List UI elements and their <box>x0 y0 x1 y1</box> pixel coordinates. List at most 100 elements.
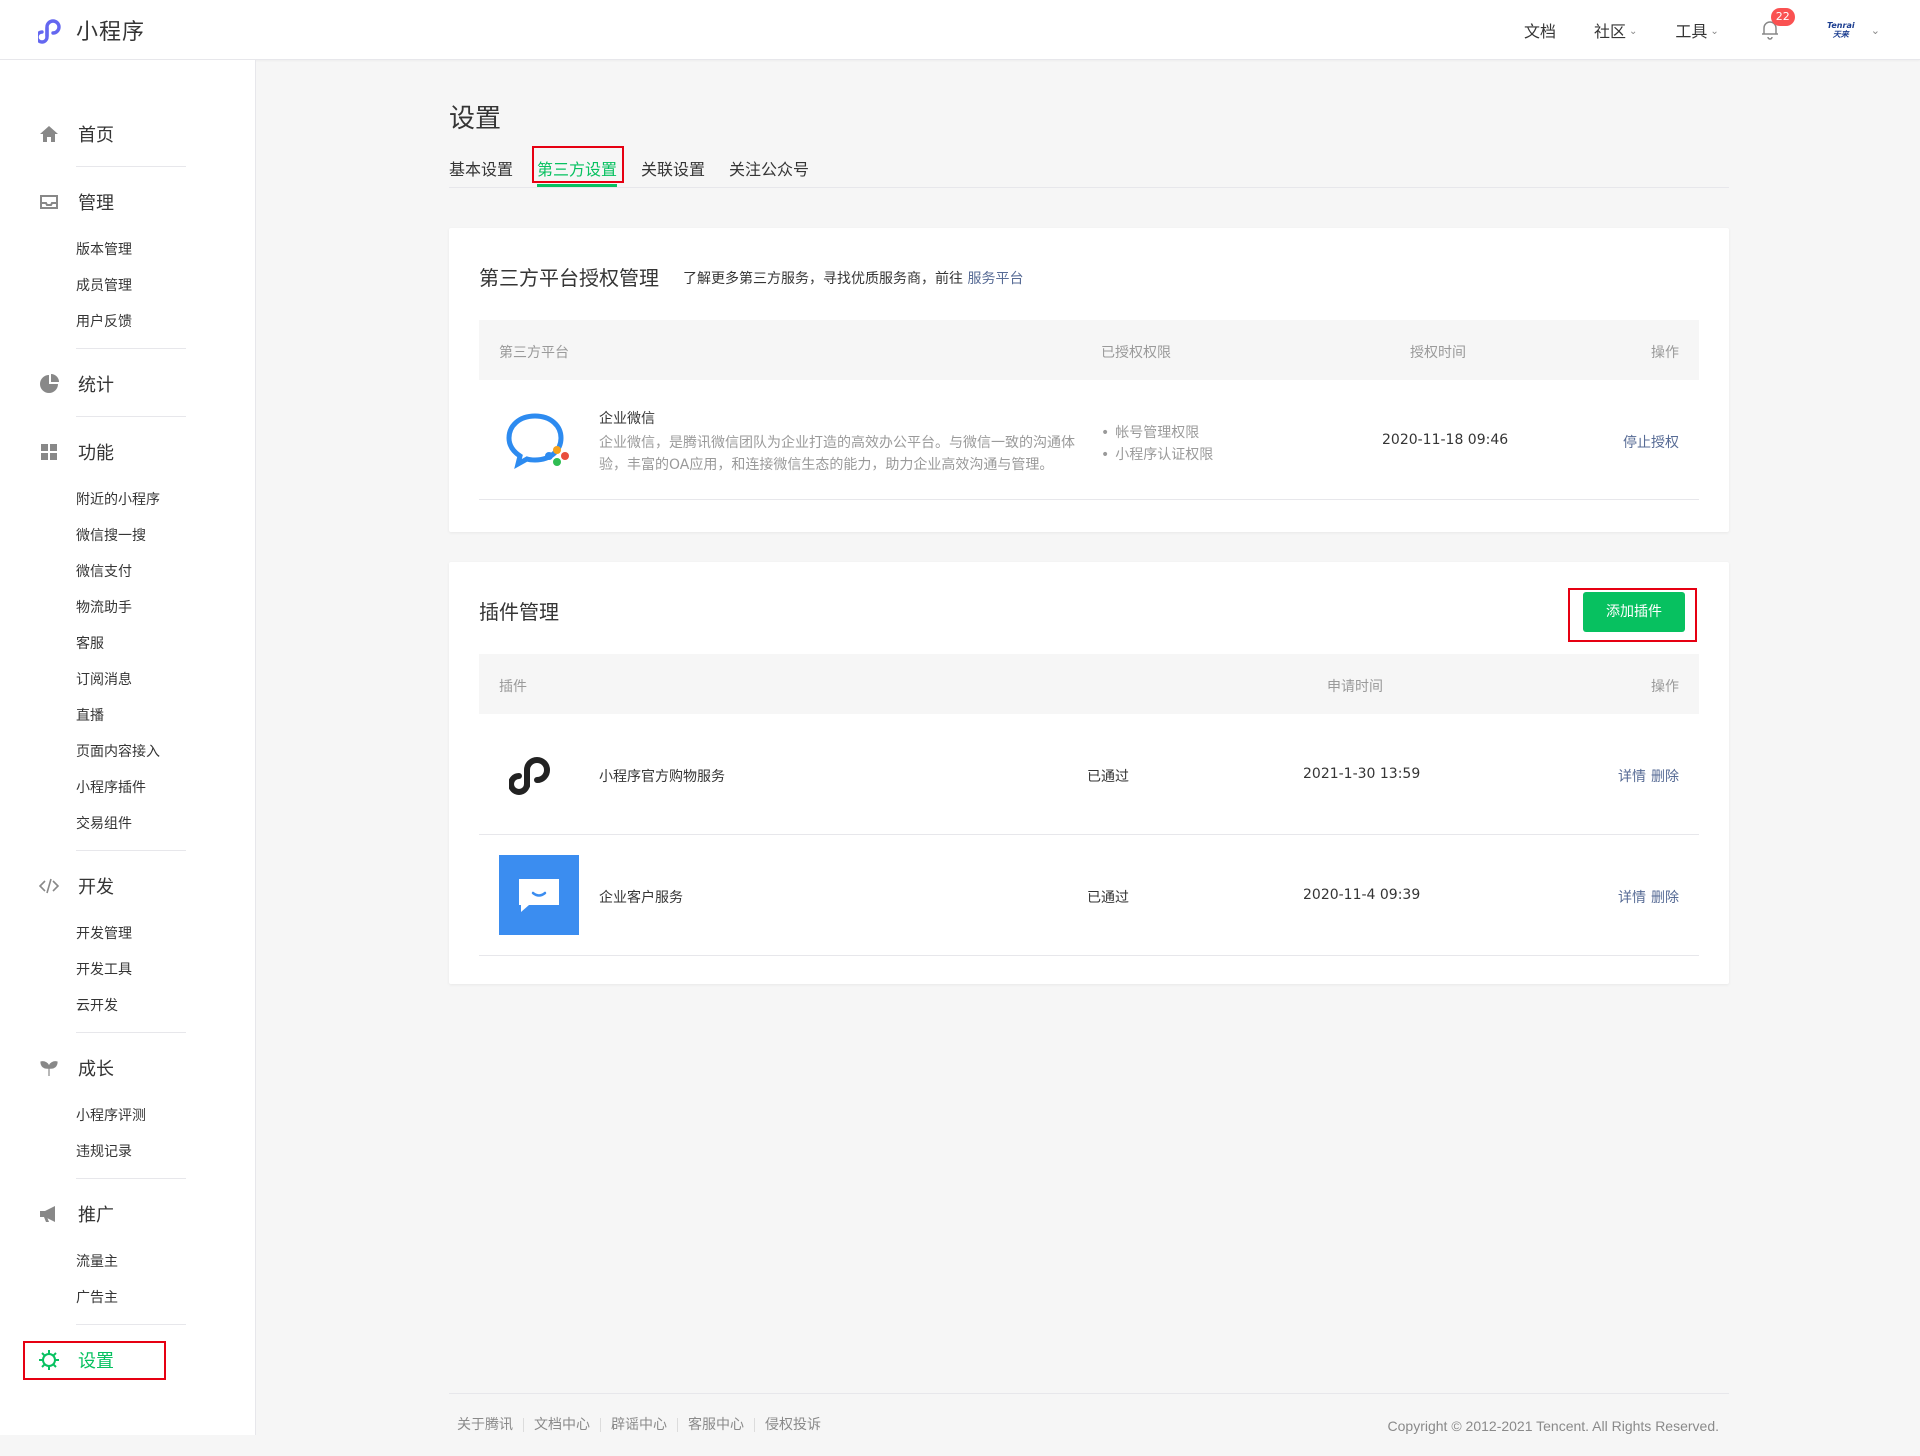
divider <box>76 416 186 417</box>
sidebar-item-growth[interactable]: 成长 <box>0 1048 256 1088</box>
logo-text: 小程序 <box>76 20 146 45</box>
sidebar-item-version-manage[interactable]: 版本管理 <box>0 232 256 268</box>
sidebar-item-advertiser[interactable]: 广告主 <box>0 1280 256 1316</box>
plugin-detail-link[interactable]: 详情 <box>1618 887 1646 907</box>
sidebar-item-stats[interactable]: 统计 <box>0 364 256 404</box>
active-tab-indicator <box>537 184 617 187</box>
code-icon <box>38 875 60 897</box>
sidebar-item-nearby[interactable]: 附近的小程序 <box>0 482 256 518</box>
notification-badge: 22 <box>1770 8 1795 26</box>
column-header: 操作 <box>1651 345 1679 361</box>
platform-description: 企业微信，是腾讯微信团队为企业打造的高效办公平台。与微信一致的沟通体 <box>599 435 1075 451</box>
column-header: 申请时间 <box>1327 679 1383 695</box>
chevron-down-icon[interactable]: ⌄ <box>1871 24 1880 37</box>
plugin-status: 已通过 <box>1087 890 1129 906</box>
plugin-name: 企业客户服务 <box>599 890 683 906</box>
sidebar-item-evaluation[interactable]: 小程序评测 <box>0 1098 256 1134</box>
plugins-title: 插件管理 <box>479 600 559 624</box>
avatar[interactable]: Tenrai 天来 <box>1823 19 1859 41</box>
chevron-down-icon: ⌄ <box>1710 25 1719 37</box>
sidebar-item-cloud-dev[interactable]: 云开发 <box>0 988 256 1024</box>
sidebar-item-logistics[interactable]: 物流助手 <box>0 590 256 626</box>
footer-link-rumor[interactable]: 辟谣中心 <box>600 1418 677 1432</box>
sidebar: 首页 管理 版本管理 成员管理 用户反馈 统计 功能 附近的小程序 微信搜一搜 … <box>0 60 256 1435</box>
table-row: 企业微信 企业微信，是腾讯微信团队为企业打造的高效办公平台。与微信一致的沟通体 … <box>479 380 1699 500</box>
add-plugin-highlight-box <box>1568 588 1697 642</box>
top-bar: 小程序 文档 社区 ⌄ 工具 ⌄ 22 Tenrai 天来 ⌄ <box>0 0 1920 60</box>
sidebar-item-customer-service[interactable]: 客服 <box>0 626 256 662</box>
nav-tools-label: 工具 <box>1675 22 1708 41</box>
sidebar-item-user-feedback[interactable]: 用户反馈 <box>0 304 256 340</box>
sidebar-item-publisher[interactable]: 流量主 <box>0 1244 256 1280</box>
table-row: 企业客户服务 已通过 2020-11-4 09:39 详情 删除 <box>479 835 1699 956</box>
plugin-apply-time: 2021-1-30 13:59 <box>1303 766 1421 782</box>
platform-description: 验，丰富的OA应用，和连接微信生态的能力，助力企业高效沟通与管理。 <box>599 457 1054 473</box>
tab-follow-account[interactable]: 关注公众号 <box>729 156 809 180</box>
nav-docs[interactable]: 文档 <box>1524 18 1556 42</box>
column-header: 操作 <box>1651 679 1679 695</box>
settings-highlight-box <box>23 1341 166 1380</box>
sidebar-item-dev-manage[interactable]: 开发管理 <box>0 916 256 952</box>
sidebar-item-plugins[interactable]: 小程序插件 <box>0 770 256 806</box>
avatar-subtext: 天来 <box>1832 30 1849 39</box>
sidebar-item-label: 管理 <box>78 193 114 214</box>
sidebar-item-features[interactable]: 功能 <box>0 432 256 472</box>
sidebar-item-live[interactable]: 直播 <box>0 698 256 734</box>
footer-link-about[interactable]: 关于腾讯 <box>457 1418 523 1432</box>
plugin-detail-link[interactable]: 详情 <box>1618 766 1646 786</box>
third-party-card: 第三方平台授权管理 了解更多第三方服务，寻找优质服务商，前往 服务平台 第三方平… <box>449 228 1729 532</box>
plugin-delete-link[interactable]: 删除 <box>1651 887 1679 907</box>
sidebar-item-violations[interactable]: 违规记录 <box>0 1134 256 1170</box>
sidebar-item-trade-component[interactable]: 交易组件 <box>0 806 256 842</box>
sidebar-item-wechat-search[interactable]: 微信搜一搜 <box>0 518 256 554</box>
column-header: 插件 <box>499 679 527 695</box>
footer-link-infringement[interactable]: 侵权投诉 <box>754 1418 831 1432</box>
sidebar-item-manage[interactable]: 管理 <box>0 182 256 222</box>
nav-community[interactable]: 社区 ⌄ <box>1594 18 1637 42</box>
divider <box>76 348 186 349</box>
nav-docs-label: 文档 <box>1523 22 1556 41</box>
sidebar-item-subscribe-msg[interactable]: 订阅消息 <box>0 662 256 698</box>
table-header: 第三方平台 已授权权限 授权时间 操作 <box>479 320 1699 380</box>
app-logo[interactable]: 小程序 <box>38 14 145 46</box>
grid-icon <box>38 441 60 463</box>
service-platform-link[interactable]: 服务平台 <box>967 271 1023 287</box>
nav-community-label: 社区 <box>1593 22 1626 41</box>
sidebar-group-growth: 成长 小程序评测 违规记录 <box>0 1048 256 1170</box>
sidebar-item-home[interactable]: 首页 <box>0 114 256 154</box>
sidebar-item-member-manage[interactable]: 成员管理 <box>0 268 256 304</box>
plugins-card: 插件管理 添加插件 插件 申请时间 操作 小程序官方购物服务 已通过 2021-… <box>449 562 1729 984</box>
divider <box>76 1324 186 1325</box>
plugin-delete-link[interactable]: 删除 <box>1651 766 1679 786</box>
customer-service-plugin-icon <box>499 855 579 935</box>
footer: 关于腾讯 文档中心 辟谣中心 客服中心 侵权投诉 Copyright © 201… <box>449 1393 1729 1437</box>
footer-link-docs[interactable]: 文档中心 <box>523 1418 600 1432</box>
sidebar-group-home: 首页 <box>0 114 256 154</box>
sidebar-item-label: 开发 <box>78 877 114 898</box>
tab-link-settings[interactable]: 关联设置 <box>641 156 705 180</box>
sidebar-item-dev[interactable]: 开发 <box>0 866 256 906</box>
revoke-auth-link[interactable]: 停止授权 <box>1623 432 1679 452</box>
mini-program-plugin-icon <box>508 746 565 806</box>
column-header: 第三方平台 <box>499 345 569 361</box>
notification-button[interactable]: 22 <box>1759 8 1795 42</box>
sidebar-item-dev-tools[interactable]: 开发工具 <box>0 952 256 988</box>
chevron-down-icon: ⌄ <box>1628 25 1638 37</box>
sidebar-item-promo[interactable]: 推广 <box>0 1194 256 1234</box>
divider <box>76 850 186 851</box>
plugin-apply-time: 2020-11-4 09:39 <box>1303 887 1421 903</box>
permission-item: 帐号管理权限 <box>1101 422 1199 442</box>
top-nav: 文档 社区 ⌄ 工具 ⌄ 22 Tenrai 天来 ⌄ <box>1486 0 1880 60</box>
sidebar-item-wechat-pay[interactable]: 微信支付 <box>0 554 256 590</box>
tab-basic-settings[interactable]: 基本设置 <box>449 156 513 180</box>
footer-link-support[interactable]: 客服中心 <box>677 1418 754 1432</box>
nav-tools[interactable]: 工具 ⌄ <box>1675 18 1718 42</box>
column-header: 已授权权限 <box>1101 345 1171 361</box>
permission-item: 小程序认证权限 <box>1101 444 1213 464</box>
pie-chart-icon <box>38 373 60 395</box>
sidebar-group-manage: 管理 版本管理 成员管理 用户反馈 <box>0 182 256 340</box>
sidebar-item-label: 统计 <box>78 375 114 396</box>
sidebar-item-page-content[interactable]: 页面内容接入 <box>0 734 256 770</box>
divider <box>76 1032 186 1033</box>
sidebar-item-label: 功能 <box>78 443 114 464</box>
